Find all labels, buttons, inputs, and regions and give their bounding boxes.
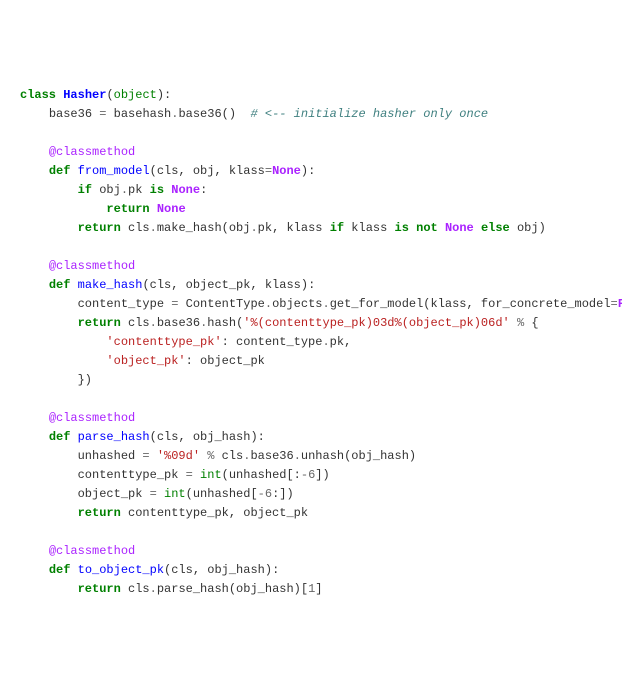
line-19: object_pk = int(unhashed[-6:]) — [20, 487, 294, 501]
fn-from_model: from_model — [78, 164, 150, 178]
class-name: Hasher — [63, 88, 106, 102]
line-def-to_object_pk: def to_object_pk(cls, obj_hash): — [20, 563, 279, 577]
line-decorator-1: @classmethod — [20, 145, 135, 159]
line-2: base36 = basehash.base36() # <-- initial… — [20, 107, 488, 121]
fn-to_object_pk: to_object_pk — [78, 563, 164, 577]
format-string: '%(contenttype_pk)03d%(object_pk)06d' — [243, 316, 509, 330]
line-5: if obj.pk is None: — [20, 183, 207, 197]
base-object: object — [114, 88, 157, 102]
line-6: return None — [20, 202, 186, 216]
line-7: return cls.make_hash(obj.pk, klass if kl… — [20, 221, 546, 235]
line-18: contenttype_pk = int(unhashed[:-6]) — [20, 468, 330, 482]
line-def-parse_hash: def parse_hash(cls, obj_hash): — [20, 430, 265, 444]
code-block: class Hasher(object): base36 = basehash.… — [20, 86, 612, 599]
decorator: @classmethod — [49, 145, 135, 159]
line-decorator-4: @classmethod — [20, 544, 135, 558]
line-23: return cls.parse_hash(obj_hash)[1] — [20, 582, 322, 596]
line-decorator-2: @classmethod — [20, 259, 135, 273]
line-def-from_model: def from_model(cls, obj, klass=None): — [20, 164, 315, 178]
line-1: class Hasher(object): — [20, 88, 171, 102]
line-17: unhashed = '%09d' % cls.base36.unhash(ob… — [20, 449, 416, 463]
keyword-class: class — [20, 88, 56, 102]
fn-parse_hash: parse_hash — [78, 430, 150, 444]
comment: # <-- initialize hasher only once — [250, 107, 488, 121]
line-11: return cls.base36.hash('%(contenttype_pk… — [20, 316, 539, 330]
line-20: return contenttype_pk, object_pk — [20, 506, 308, 520]
line-def-make_hash: def make_hash(cls, object_pk, klass): — [20, 278, 315, 292]
line-decorator-3: @classmethod — [20, 411, 135, 425]
fn-make_hash: make_hash — [78, 278, 143, 292]
line-12: 'contenttype_pk': content_type.pk, — [20, 335, 351, 349]
line-14: }) — [20, 373, 92, 387]
line-10: content_type = ContentType.objects.get_f… — [20, 297, 622, 311]
line-13: 'object_pk': object_pk — [20, 354, 265, 368]
